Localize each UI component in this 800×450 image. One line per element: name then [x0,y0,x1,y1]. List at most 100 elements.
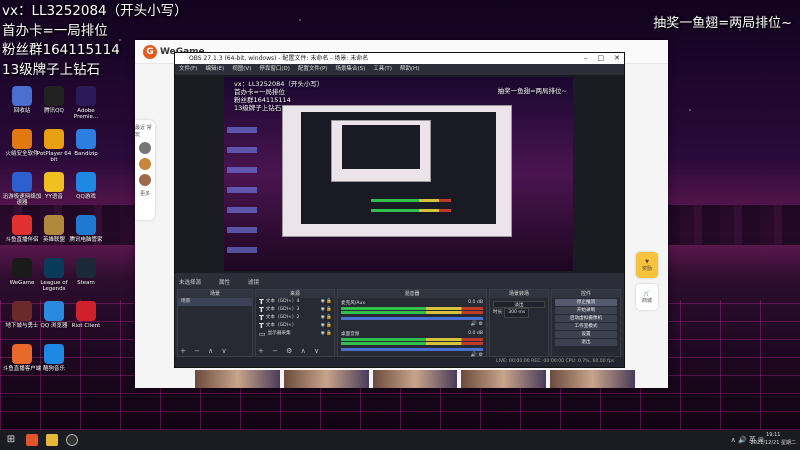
properties-button[interactable]: 属性 [219,277,230,289]
taskbar-clock[interactable]: 19:11 2021/12/21 星期二 [751,431,796,447]
maximize-icon[interactable]: □ [598,53,605,64]
taskbar-app-obs[interactable] [62,430,82,450]
obs-preview-area[interactable]: vx：LL3252084（开头小写） 首办卡=一局排位 粉丝群164115114… [175,75,624,273]
obs-titlebar[interactable]: OBS 27.1.3 (64-bit, windows) - 配置文件: 未命名… [175,53,624,64]
scenes-dock-footer[interactable]: + − ∧ ∨ [178,347,252,356]
desktop-icon-adobe-premiere[interactable]: Adobe Premie... [66,86,106,120]
recent-game-icon[interactable] [139,174,151,186]
close-icon[interactable]: ✕ [614,53,620,64]
desktop-icon-label: 酷狗音乐 [42,366,65,372]
desktop-icon-label: Steam [77,280,95,286]
control-button[interactable]: 开始录制 [555,307,617,314]
volume-slider[interactable] [341,348,483,351]
obs-menu-item[interactable]: 配置文件(P) [298,64,328,74]
scenes-dock-title: 场景 [178,290,252,298]
obs-window[interactable]: OBS 27.1.3 (64-bit, windows) - 配置文件: 未命名… [174,52,625,368]
visibility-lock-icon[interactable]: ◉ 🔒 [321,298,334,306]
league-of-legends-icon [44,258,64,278]
transitions-dock[interactable]: 场景转场 淡出 时长 300 ms [489,289,549,357]
adobe-premiere-icon [76,86,96,106]
visibility-lock-icon[interactable]: ◉ 🔒 [321,330,334,338]
audio-meter [341,342,483,345]
mixer-channel-level: 0.0 dB [468,300,483,305]
riot-client-icon [76,301,96,321]
speaker-icon[interactable]: 🔊 ⚙ [341,321,483,327]
scene-item[interactable]: 场景 [178,298,252,306]
desktop-icon-bandizip[interactable]: Bandizip [66,129,106,157]
obs-menu-item[interactable]: 停靠窗口(D) [259,64,290,74]
steam-icon [76,258,96,278]
potplayer-icon [44,129,64,149]
source-item[interactable]: ▭ 显示器采集 ◉ 🔒 [256,330,334,338]
visibility-lock-icon[interactable]: ◉ 🔒 [321,322,334,330]
scenes-dock[interactable]: 场景 场景 + − ∧ ∨ [177,289,253,357]
obs-menubar: 文件(F) 编辑(E) 视图(V) 停靠窗口(D) 配置文件(P) 场景集合(S) 工具(T… [175,64,624,74]
banner-card[interactable] [372,370,458,388]
control-button[interactable]: 停止推流 [555,299,617,306]
audio-mixer-dock[interactable]: 混音器 麦克风/Aux 0.0 dB 🔊 ⚙ 桌面音频 0.0 dB 🔊 ⚙ [337,289,487,360]
source-item[interactable]: T 文本（GDI+）2 ◉ 🔒 [256,314,334,322]
sidebar-more-label[interactable]: 更多 [140,190,150,197]
duration-input[interactable]: 300 ms [504,308,530,318]
obs-menu-item[interactable]: 编辑(E) [205,64,224,74]
desktop-icon-steam[interactable]: Steam [66,258,106,286]
mixer-channel[interactable]: 麦克风/Aux 0.0 dB 🔊 ⚙ [338,298,486,329]
sources-dock[interactable]: 来源 T 文本（GDI+）4 ◉ 🔒 T 文本（GDI+）3 ◉ 🔒 T 文本（GDI+）2 ◉… [255,289,335,357]
source-item[interactable]: T 文本（GDI+） ◉ 🔒 [256,322,334,330]
shop-label: 商城 [641,297,652,304]
sidebar-recent-label: 最近 常玩 [135,125,152,138]
visibility-lock-icon[interactable]: ◉ 🔒 [321,314,334,322]
mixer-channel[interactable]: 桌面音频 0.0 dB 🔊 ⚙ [338,329,486,360]
douyu-pc-icon [12,344,32,364]
sources-dock-footer[interactable]: + − ⚙ ∧ ∨ [256,347,334,356]
recent-game-icon[interactable] [139,158,151,170]
recent-game-icon[interactable] [139,142,151,154]
nested-obs-preview [301,112,496,224]
obs-menu-item[interactable]: 场景集合(S) [335,64,365,74]
filters-button[interactable]: 滤镜 [248,277,259,289]
desktop-icon-tencent-butler[interactable]: 腾讯电脑管家 [66,215,106,243]
wegame-banner-strip[interactable] [195,370,635,388]
banner-card[interactable] [283,370,369,388]
control-button[interactable]: 工作室模式 [555,323,617,330]
security-guard-icon [12,129,32,149]
obs-preview-canvas[interactable]: vx：LL3252084（开头小写） 首办卡=一局排位 粉丝群164115114… [224,77,573,271]
banner-card[interactable] [550,370,635,388]
taskbar: ⊞ ∧ 🔊 英 ⊞ 19:11 2021/12/21 星期二 [0,430,800,450]
control-button[interactable]: 退出 [555,339,617,346]
source-label: 文本（GDI+）4 [265,299,300,304]
windows-icon[interactable]: ⊞ [0,430,22,450]
desktop-icon-riot-client[interactable]: Riot Client [66,301,106,329]
reward-label: 奖励 [641,265,652,272]
sources-dock-title: 来源 [256,290,334,298]
obs-menu-item[interactable]: 帮助(H) [400,64,419,74]
text-source-icon: T [259,322,264,330]
obs-menu-item[interactable]: 工具(T) [373,64,392,74]
obs-menu-item[interactable]: 视图(V) [232,64,251,74]
mixer-channel-level: 0.0 dB [468,331,483,336]
control-button[interactable]: 启动虚拟摄像机 [555,315,617,322]
wegame-recent-sidebar[interactable]: 最近 常玩 更多 [135,120,155,220]
minimize-icon[interactable]: – [584,53,588,64]
volume-slider[interactable] [341,317,483,320]
taskbar-app-wegame[interactable] [22,430,42,450]
desktop-icon-kugou[interactable]: 酷狗音乐 [34,344,74,372]
source-item[interactable]: T 文本（GDI+）4 ◉ 🔒 [256,298,334,306]
nested-meter [371,209,451,212]
overlay-line: 粉丝群164115114 [2,42,120,58]
taskbar-app-explorer[interactable] [42,430,62,450]
duration-row: 时长 300 ms [490,308,548,318]
wegame-right-rail: ▼ 奖励 🛒 商城 [636,252,658,310]
control-button[interactable]: 设置 [555,331,617,338]
banner-card[interactable] [461,370,547,388]
visibility-lock-icon[interactable]: ◉ 🔒 [321,306,334,314]
shop-button[interactable]: 🛒 商城 [636,284,658,310]
controls-dock[interactable]: 控件 停止推流 开始录制 启动虚拟摄像机 工作室模式 设置 退出 [551,289,621,357]
desktop-icon-qq-game[interactable]: QQ游戏 [66,172,106,200]
banner-card[interactable] [195,370,280,388]
reward-button[interactable]: ▼ 奖励 [636,252,658,278]
desktop-icon-label: 腾讯电脑管家 [69,237,103,243]
source-item[interactable]: T 文本（GDI+）3 ◉ 🔒 [256,306,334,314]
transition-select[interactable]: 淡出 [493,301,545,308]
obs-title-text: OBS 27.1.3 (64-bit, windows) - 配置文件: 未命名… [189,55,369,62]
